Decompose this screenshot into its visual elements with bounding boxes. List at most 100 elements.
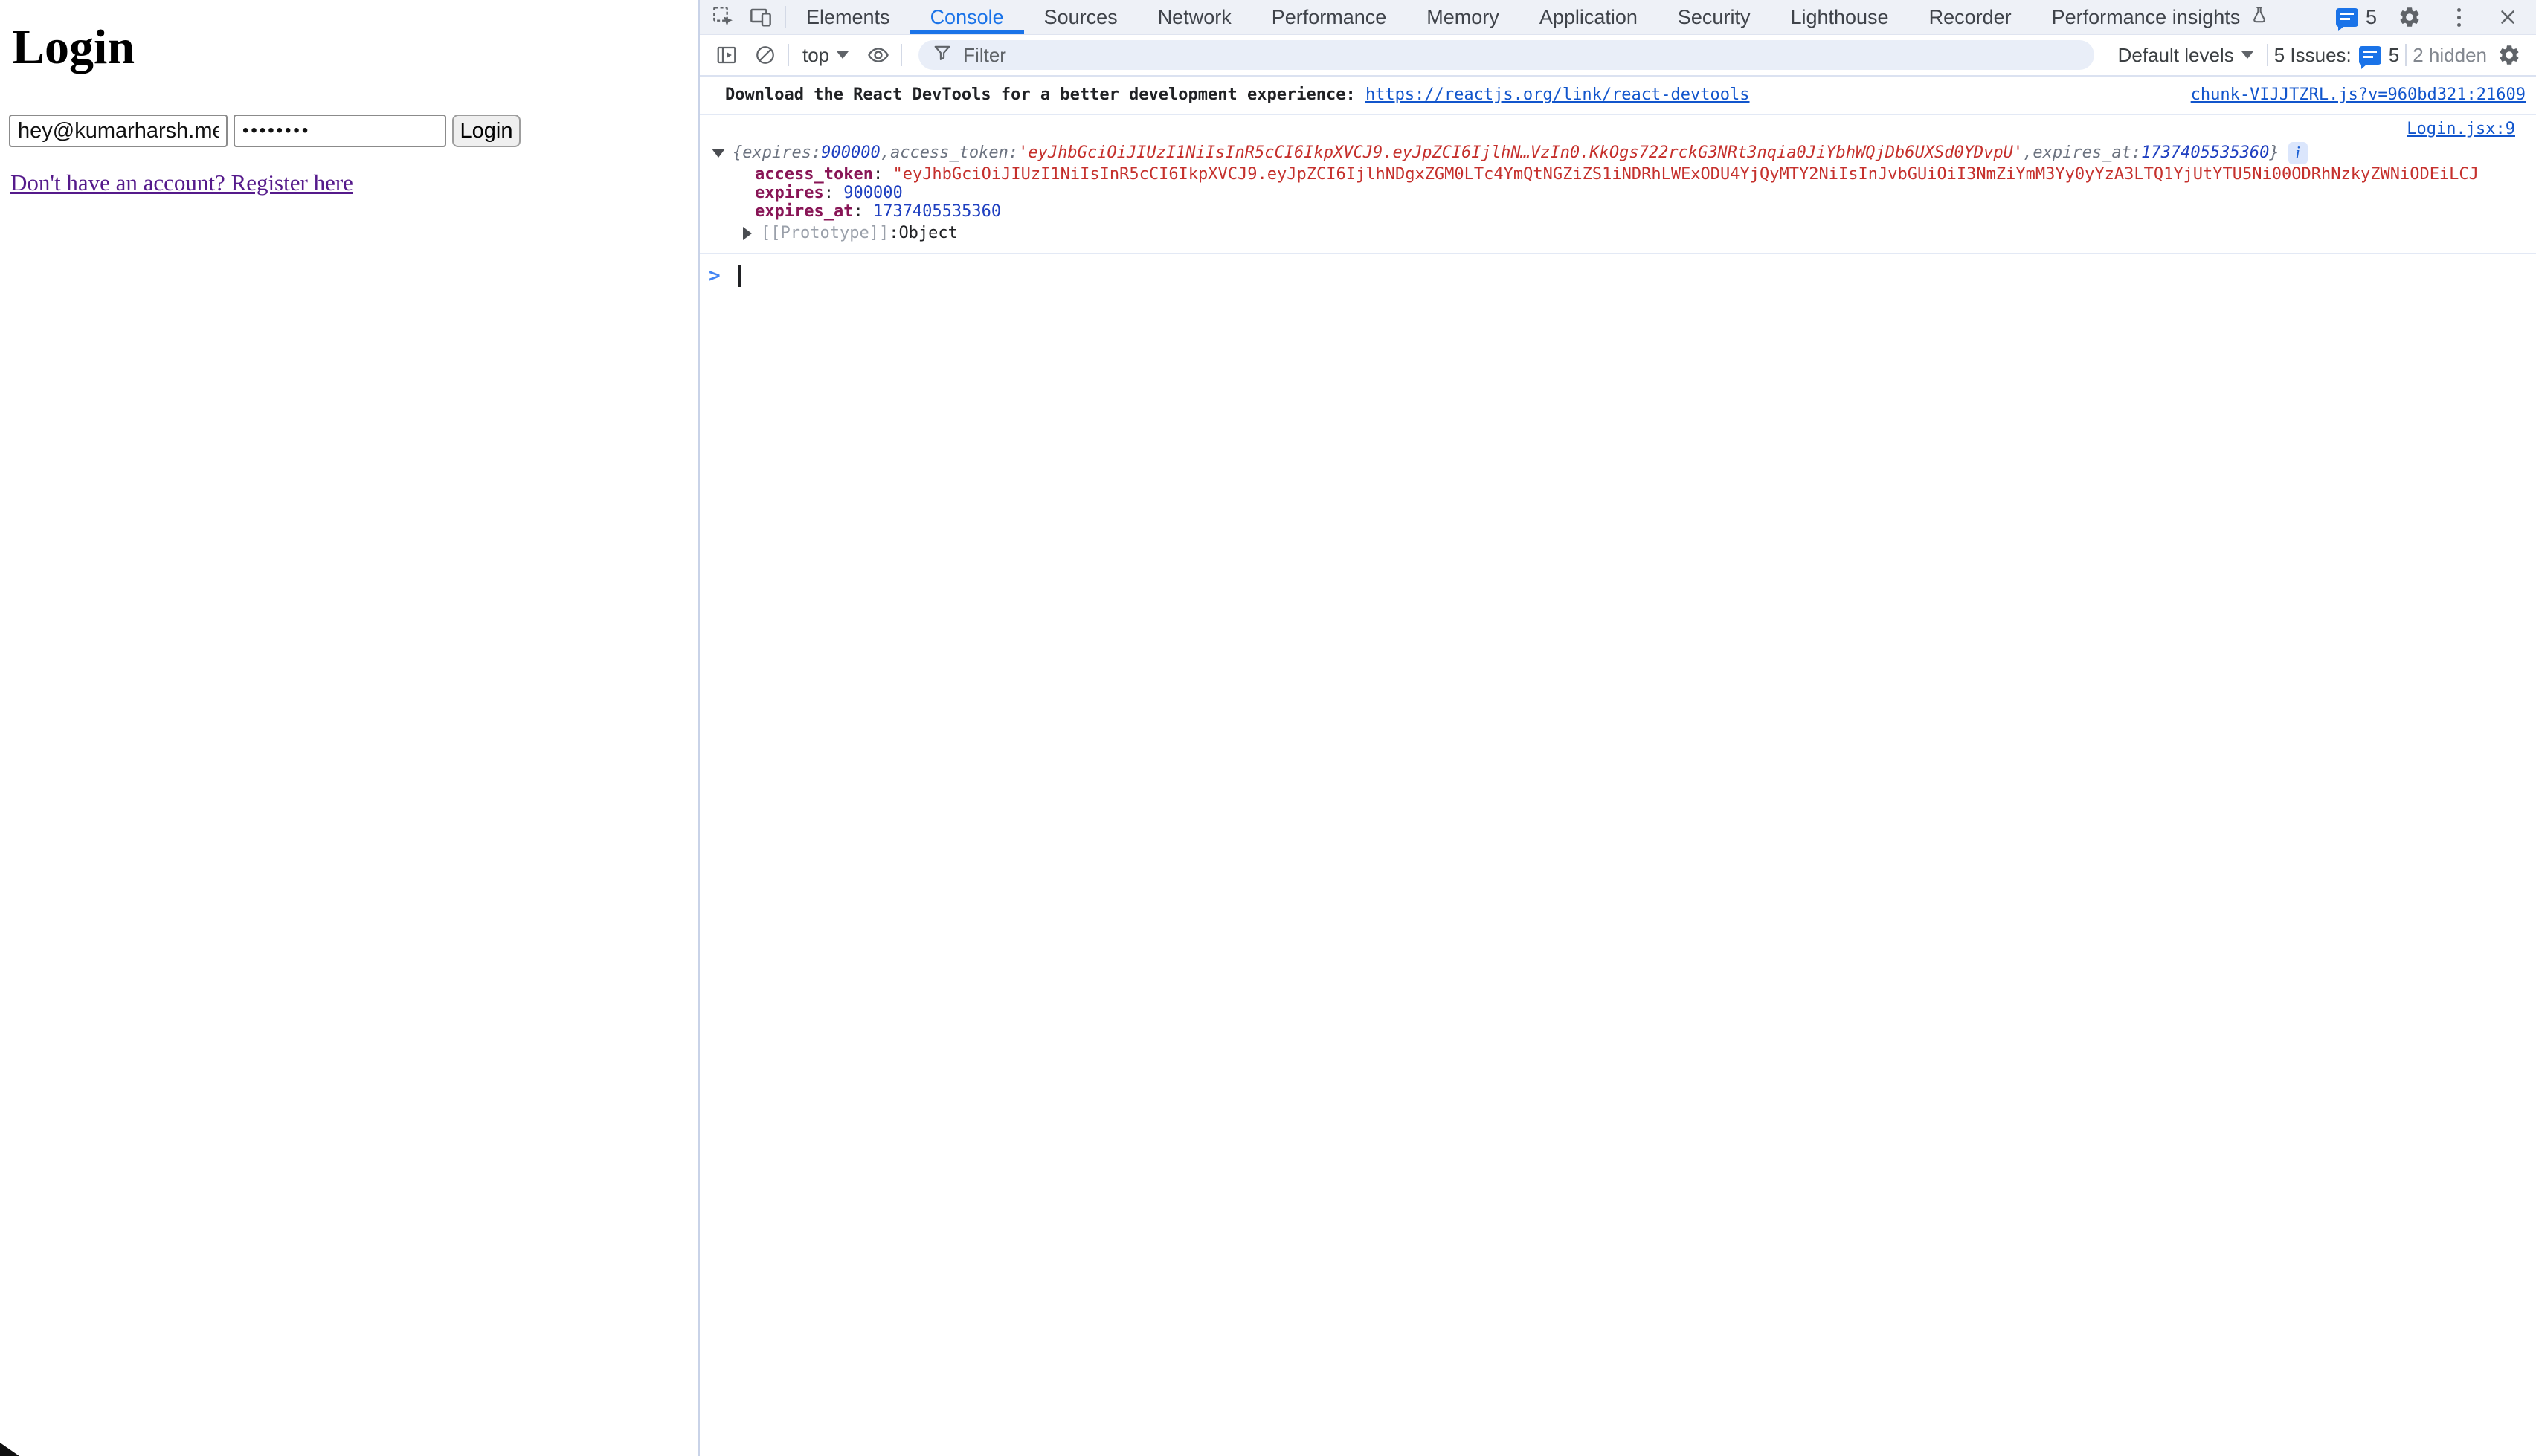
prompt-chevron-icon: >	[709, 265, 721, 287]
execution-context-label: top	[802, 44, 829, 67]
tabbar-right-controls: 5	[2336, 0, 2536, 34]
property-value-access-token: "eyJhbGciOiJIUzI1NiIsInR5cCI6IkpXVCJ9.ey…	[892, 165, 2478, 184]
preview-brace-close: }	[2269, 141, 2279, 165]
issues-counter-count: 5	[2366, 6, 2377, 29]
prototype-key: [[Prototype]]	[761, 221, 889, 245]
live-expression-eye-icon[interactable]	[862, 40, 895, 70]
tab-performance[interactable]: Performance	[1252, 0, 1407, 34]
prototype-colon: :	[889, 221, 898, 245]
inspect-element-icon[interactable]	[707, 2, 740, 32]
tab-sources[interactable]: Sources	[1024, 0, 1138, 34]
tab-console[interactable]: Console	[910, 0, 1024, 34]
more-options-kebab-icon[interactable]	[2442, 2, 2475, 32]
execution-context-selector[interactable]: top	[795, 44, 856, 67]
filter-input[interactable]	[963, 44, 2080, 67]
console-message-react-devtools: Download the React DevTools for a better…	[700, 77, 2536, 115]
property-colon-2: :	[824, 184, 844, 202]
password-field[interactable]	[234, 115, 446, 147]
log-levels-selector[interactable]: Default levels	[2111, 44, 2261, 67]
property-colon: :	[873, 165, 893, 184]
screen: Login Login Don't have an account? Regis…	[0, 0, 2536, 1456]
preview-comma: ,	[881, 141, 890, 165]
preview-key-expires-at: expires_at	[2033, 141, 2131, 165]
tabbar-icons	[700, 0, 785, 34]
login-page: Login Login Don't have an account? Regis…	[0, 0, 698, 1456]
property-key-expires: expires	[755, 184, 824, 202]
tab-performance-insights-label: Performance insights	[2052, 6, 2241, 29]
console-sidebar-toggle-icon[interactable]	[710, 40, 743, 70]
toolbar-separator-2	[901, 44, 902, 66]
console-toolbar: top Default levels	[700, 35, 2536, 77]
toolbar-separator-3	[2267, 44, 2268, 66]
preview-comma-2: ,	[2023, 141, 2033, 165]
tab-network[interactable]: Network	[1138, 0, 1252, 34]
prototype-value: Object	[898, 221, 957, 245]
info-badge-icon[interactable]: i	[2288, 142, 2308, 164]
tab-performance-insights[interactable]: Performance insights	[2032, 0, 2291, 34]
console-message-log-object: Login.jsx:9 {expires: 900000, access_tok…	[700, 115, 2536, 254]
property-colon-3: :	[853, 202, 873, 221]
register-link[interactable]: Don't have an account? Register here	[10, 170, 353, 196]
collapse-triangle-icon[interactable]	[712, 149, 725, 158]
preview-colon: :	[811, 141, 821, 165]
console-prompt[interactable]: >	[700, 254, 2536, 287]
property-value-expires: 900000	[843, 184, 902, 202]
property-key-access-token: access_token	[755, 165, 873, 184]
preview-key-access-token: access_token	[890, 141, 1008, 165]
tab-lighthouse[interactable]: Lighthouse	[1770, 0, 1908, 34]
log-levels-label: Default levels	[2118, 44, 2234, 67]
property-value-expires-at: 1737405535360	[873, 202, 1001, 221]
console-settings-gear-icon[interactable]	[2493, 40, 2526, 70]
tab-elements[interactable]: Elements	[786, 0, 910, 34]
react-devtools-message-text: Download the React DevTools for a better…	[725, 86, 1365, 104]
login-button[interactable]: Login	[452, 115, 521, 147]
login-form: Login	[9, 115, 521, 147]
email-field[interactable]	[9, 115, 228, 147]
filter-funnel-icon	[932, 42, 953, 68]
preview-colon-2: :	[1008, 141, 1018, 165]
chevron-down-icon	[2241, 51, 2253, 59]
react-devtools-link[interactable]: https://reactjs.org/link/react-devtools	[1365, 86, 1750, 104]
property-row-access-token: access_token: "eyJhbGciOiJIUzI1NiIsInR5c…	[700, 165, 2526, 184]
console-filter[interactable]	[918, 40, 2094, 70]
mouse-cursor	[0, 1443, 19, 1456]
property-row-expires: expires: 900000	[700, 184, 2526, 202]
property-row-expires-at: expires_at: 1737405535360	[700, 202, 2526, 221]
preview-key-expires: expires	[742, 141, 811, 165]
page-title: Login	[12, 19, 135, 76]
clear-console-icon[interactable]	[749, 40, 782, 70]
property-key-expires-at: expires_at	[755, 202, 853, 221]
preview-colon-3: :	[2131, 141, 2141, 165]
hidden-messages-label: 2 hidden	[2413, 44, 2487, 67]
issues-summary-label: 5 Issues:	[2274, 44, 2352, 67]
device-toolbar-icon[interactable]	[744, 2, 777, 32]
close-devtools-icon[interactable]	[2491, 2, 2524, 32]
issues-summary[interactable]: 5 Issues: 5	[2274, 44, 2400, 67]
console-output: Download the React DevTools for a better…	[700, 77, 2536, 1456]
tab-recorder[interactable]: Recorder	[1909, 0, 2032, 34]
issues-bubble-icon	[2336, 8, 2358, 27]
preview-brace-open: {	[733, 141, 742, 165]
tab-security[interactable]: Security	[1658, 0, 1771, 34]
flask-icon	[2249, 4, 2270, 30]
expand-triangle-icon[interactable]	[743, 227, 752, 240]
preview-value-expires: 900000	[821, 141, 880, 165]
issues-counter[interactable]: 5	[2336, 6, 2377, 29]
preview-value-access-token: 'eyJhbGciOiJIUzI1NiIsInR5cCI6IkpXVCJ9.ey…	[1018, 141, 2023, 165]
settings-gear-icon[interactable]	[2393, 2, 2426, 32]
source-line: Login.jsx:9	[700, 118, 2526, 141]
text-cursor	[738, 265, 741, 287]
tab-memory[interactable]: Memory	[1406, 0, 1519, 34]
devtools-tabbar: Elements Console Sources Network Perform…	[700, 0, 2536, 35]
devtools-panel: Elements Console Sources Network Perform…	[700, 0, 2536, 1456]
preview-value-expires-at: 1737405535360	[2141, 141, 2269, 165]
tab-application[interactable]: Application	[1519, 0, 1658, 34]
devtools-tabs: Elements Console Sources Network Perform…	[786, 0, 2290, 34]
property-row-prototype[interactable]: [[Prototype]]: Object	[700, 221, 2526, 245]
toolbar-separator	[788, 44, 789, 66]
chevron-down-icon	[837, 51, 849, 59]
source-link-chunk[interactable]: chunk-VIJJTZRL.js?v=960bd321:21609	[2191, 83, 2526, 107]
source-link-login-jsx[interactable]: Login.jsx:9	[2407, 120, 2515, 138]
issues-bubble-icon	[2359, 46, 2381, 65]
object-preview-line[interactable]: {expires: 900000, access_token: 'eyJhbGc…	[700, 141, 2526, 165]
